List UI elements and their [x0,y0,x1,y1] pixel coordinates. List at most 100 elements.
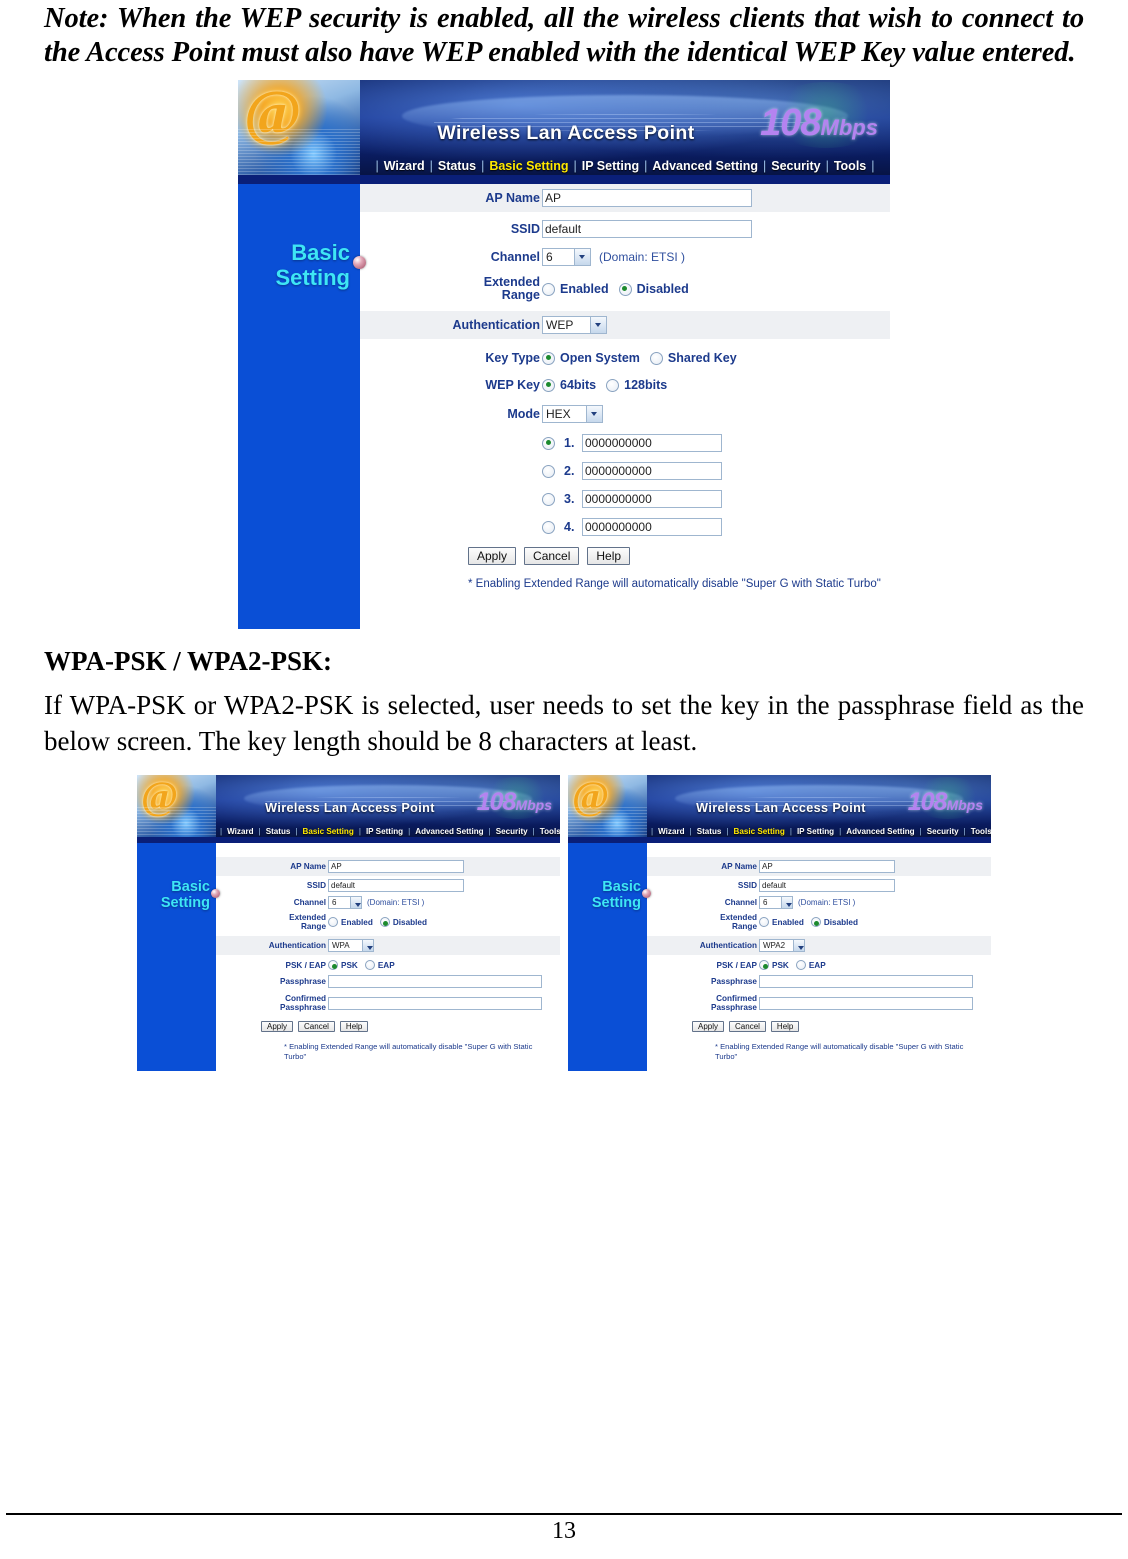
ssid-input[interactable]: default [328,879,464,892]
nav-separator: | [689,827,692,836]
settings-form: AP Name AP SSID default Channel 6 (Domai… [216,843,560,1071]
psk-radio[interactable]: PSK [328,960,358,970]
row-wep-key: WEP Key 64bits 128bits [360,370,890,397]
eap-radio[interactable]: EAP [364,960,395,970]
help-button[interactable]: Help [587,547,631,565]
nav-item-tools[interactable]: Tools [970,827,991,836]
nav-item-security[interactable]: Security [495,827,529,836]
channel-value: 6 [546,250,553,264]
label-confirmed-passphrase: Confirmed Passphrase [280,994,326,1012]
ap-name-input[interactable]: AP [328,860,464,873]
ap-name-input[interactable]: AP [759,860,895,873]
main-nav[interactable]: | Wizard | Status | Basic Setting | IP Setting |… [360,159,890,173]
nav-item-tools[interactable]: Tools [833,159,867,173]
label-authentication: Authentication [699,941,757,950]
authentication-select[interactable]: WEP [542,316,607,334]
passphrase-input[interactable] [759,975,973,988]
nav-item-basic-setting[interactable]: Basic Setting [488,159,569,173]
extended-range-enabled-radio[interactable]: Enabled [759,917,804,927]
nav-item-ip-setting[interactable]: IP Setting [796,827,835,836]
extended-range-disabled-radio[interactable]: Disabled [618,282,689,296]
key-type-open-system-radio[interactable]: Open System [542,351,640,365]
wep-key-3-radio[interactable] [542,492,560,506]
wep-key-4-input[interactable]: 0000000000 [582,518,722,536]
chevron-down-icon [362,940,373,951]
nav-item-basic-setting[interactable]: Basic Setting [733,827,786,836]
wep-key-64bits-radio[interactable]: 64bits [542,378,596,392]
nav-item-wizard[interactable]: Wizard [657,827,685,836]
row-extended-range: Extended Range Enabled Disabled [647,911,991,933]
sidebar-item-basic-setting[interactable]: Basic Setting [137,879,210,911]
nav-item-ip-setting[interactable]: IP Setting [365,827,404,836]
cancel-button[interactable]: Cancel [729,1021,766,1032]
wep-key-3-input[interactable]: 0000000000 [582,490,722,508]
passphrase-input[interactable] [328,975,542,988]
nav-separator: | [375,159,379,173]
label-authentication: Authentication [268,941,326,950]
nav-item-status[interactable]: Status [437,159,477,173]
wep-key-2-radio[interactable] [542,464,560,478]
row-mode: Mode HEX [360,397,890,428]
settings-form: AP Name AP SSID default Channel 6 (Domai… [360,184,890,629]
channel-select[interactable]: 6 [759,896,793,909]
wep-key-1-radio[interactable] [542,436,560,450]
extended-range-disabled-radio[interactable]: Disabled [379,917,427,927]
nav-separator: | [481,159,485,173]
nav-item-security[interactable]: Security [926,827,960,836]
nav-item-advanced-setting[interactable]: Advanced Setting [651,159,759,173]
nav-separator: | [358,827,361,836]
ui-body: Basic Setting AP Name AP SSID default Ch… [238,184,890,629]
extended-range-disabled-radio[interactable]: Disabled [810,917,858,927]
authentication-select[interactable]: WPA [328,939,374,952]
nav-item-advanced-setting[interactable]: Advanced Setting [845,827,915,836]
nav-item-tools[interactable]: Tools [539,827,560,836]
authentication-select[interactable]: WPA2 [759,939,805,952]
eap-radio[interactable]: EAP [795,960,826,970]
ui-body: Basic Setting AP Name AP SSID default Ch… [568,843,991,1071]
nav-item-status[interactable]: Status [265,827,292,836]
cancel-button[interactable]: Cancel [298,1021,335,1032]
nav-item-wizard[interactable]: Wizard [226,827,254,836]
row-ap-name: AP Name AP [360,184,890,212]
nav-item-ip-setting[interactable]: IP Setting [581,159,640,173]
label-passphrase: Passphrase [711,977,757,986]
extended-range-enabled-radio[interactable]: Enabled [542,282,609,296]
mode-select[interactable]: HEX [542,405,603,423]
ssid-input[interactable]: default [542,220,752,238]
apply-button[interactable]: Apply [468,547,517,565]
nav-item-wizard[interactable]: Wizard [383,159,426,173]
cancel-button[interactable]: Cancel [524,547,580,565]
sidebar-item-basic-setting[interactable]: Basic Setting [238,240,350,290]
confirmed-passphrase-input[interactable] [759,996,973,1010]
channel-select[interactable]: 6 [542,248,591,266]
wep-key-4-radio[interactable] [542,520,560,534]
key-type-shared-key-radio[interactable]: Shared Key [649,351,737,365]
sidebar: Basic Setting [238,184,366,629]
nav-item-advanced-setting[interactable]: Advanced Setting [414,827,484,836]
confirmed-passphrase-input[interactable] [328,996,542,1010]
help-button[interactable]: Help [339,1021,369,1032]
nav-item-status[interactable]: Status [696,827,723,836]
nav-item-basic-setting[interactable]: Basic Setting [302,827,355,836]
apply-button[interactable]: Apply [261,1021,294,1032]
wep-key-1-input[interactable]: 0000000000 [582,434,722,452]
main-nav[interactable]: | Wizard | Status | Basic Setting | IP Setting |… [216,827,560,836]
extended-range-enabled-radio[interactable]: Enabled [328,917,373,927]
wep-key-128bits-radio[interactable]: 128bits [606,378,667,392]
speed-number: 108 [907,788,948,816]
help-button[interactable]: Help [770,1021,800,1032]
psk-label: PSK [341,960,358,970]
wep-key-2-input[interactable]: 0000000000 [582,462,722,480]
ssid-input[interactable]: default [759,879,895,892]
radio-dot-icon [542,282,555,296]
psk-radio[interactable]: PSK [759,960,789,970]
banner-artwork: Wireless Lan Access Point 108Mbps | Wizar… [360,80,890,175]
apply-button[interactable]: Apply [692,1021,725,1032]
nav-item-security[interactable]: Security [770,159,821,173]
sidebar-item-basic-setting[interactable]: Basic Setting [568,879,641,911]
row-channel: Channel 6 (Domain: ETSI ) [216,894,560,911]
channel-select[interactable]: 6 [328,896,362,909]
main-nav[interactable]: | Wizard | Status | Basic Setting | IP Setting |… [647,827,991,836]
wep-key-4-index: 4. [564,519,575,534]
ap-name-input[interactable]: AP [542,189,752,207]
